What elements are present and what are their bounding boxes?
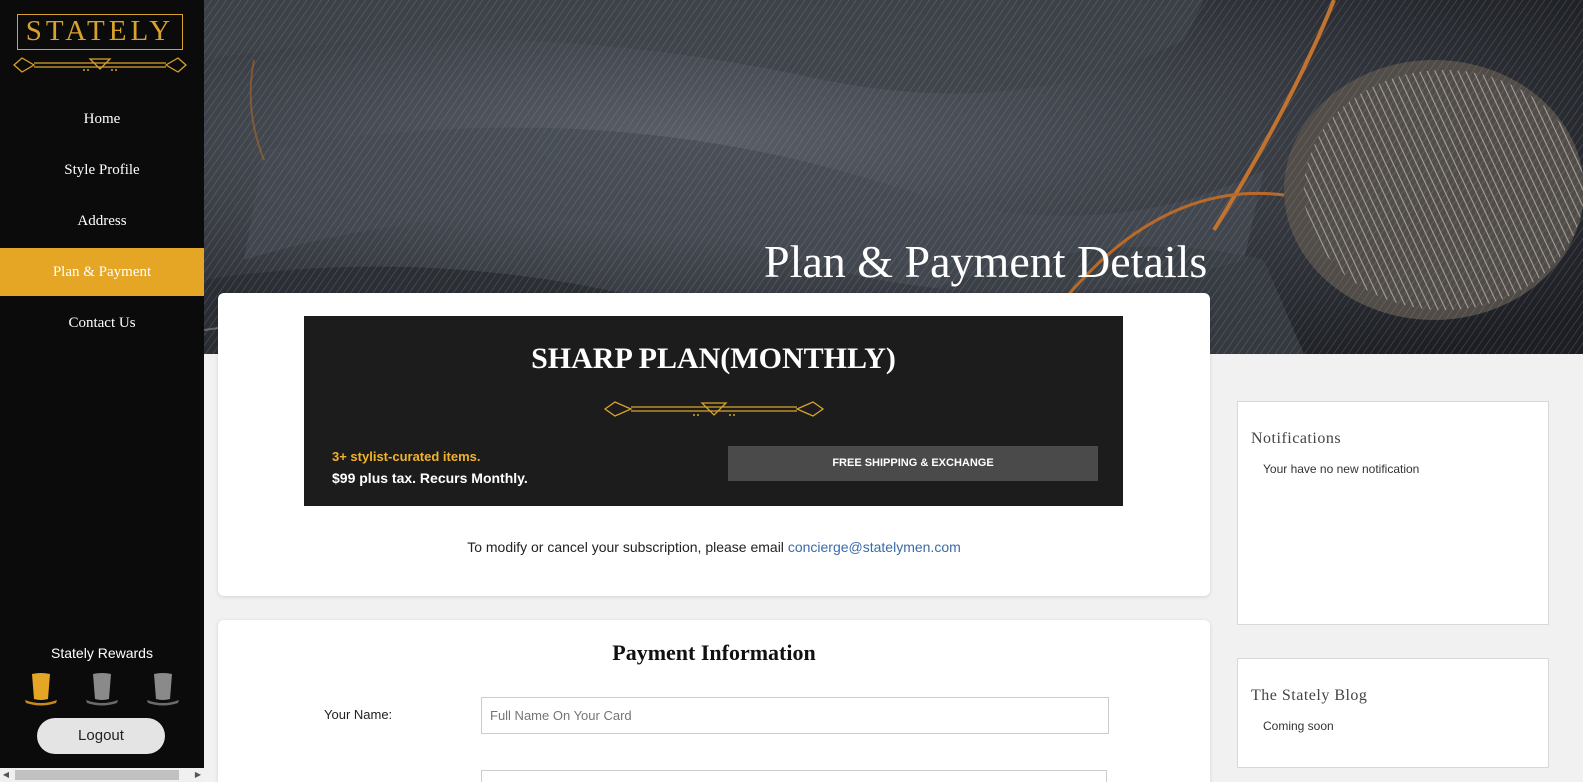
card-name-input[interactable] [481,697,1109,734]
modify-subscription-text: To modify or cancel your subscription, p… [218,539,1210,555]
notifications-panel: Notifications Your have no new notificat… [1237,401,1549,625]
rewards-label: Stately Rewards [51,645,153,661]
card-number-input[interactable] [481,770,1107,782]
blog-title[interactable]: The Stately Blog [1251,687,1367,705]
payment-card: Payment Information Your Name: [218,620,1210,782]
concierge-email-link[interactable]: concierge@statelymen.com [788,539,961,555]
scroll-right-icon[interactable]: ▶ [192,768,204,782]
plan-price-text: $99 plus tax. Recurs Monthly. [332,470,528,486]
plan-ornament-icon [603,401,825,417]
scrollbar-thumb[interactable] [15,770,179,780]
blog-panel: The Stately Blog Coming soon [1237,658,1549,768]
top-hat-icon [147,673,180,706]
sidebar-item-style-profile[interactable]: Style Profile [0,146,204,194]
top-hat-icon [85,673,118,706]
sidebar-item-contact-us[interactable]: Contact Us [0,299,204,347]
logo-wordmark: STATELY [17,14,183,50]
logo-ornament-icon [13,57,187,73]
sidebar-item-home[interactable]: Home [0,95,204,143]
plan-card: SHARP PLAN(MONTHLY) 3+ stylist-curated i… [218,293,1210,596]
stately-logo[interactable]: STATELY [12,14,188,76]
top-hat-icon [24,673,57,706]
sidebar: STATELY Home Style Profile Address Plan … [0,0,204,782]
payment-title: Payment Information [612,640,816,665]
plan-items-text: 3+ stylist-curated items. [332,449,481,464]
sidebar-scrollbar[interactable]: ◀ ▶ [0,768,204,782]
plan-title: SHARP PLAN(MONTHLY) [531,342,896,375]
notifications-title: Notifications [1251,430,1342,447]
name-label: Your Name: [324,707,393,722]
sidebar-item-plan-payment[interactable]: Plan & Payment [0,248,204,296]
modify-text: To modify or cancel your subscription, p… [467,539,788,555]
free-shipping-badge: FREE SHIPPING & EXCHANGE [728,446,1098,481]
plan-summary: SHARP PLAN(MONTHLY) 3+ stylist-curated i… [304,316,1123,506]
sidebar-nav: Home Style Profile Address Plan & Paymen… [0,95,204,350]
page-title: Plan & Payment Details [764,236,1208,287]
logout-button[interactable]: Logout [37,718,165,754]
rewards-hats [0,669,204,709]
sidebar-item-address[interactable]: Address [0,197,204,245]
notifications-text: Your have no new notification [1263,462,1420,476]
scroll-left-icon[interactable]: ◀ [0,768,12,782]
blog-text: Coming soon [1263,719,1334,733]
